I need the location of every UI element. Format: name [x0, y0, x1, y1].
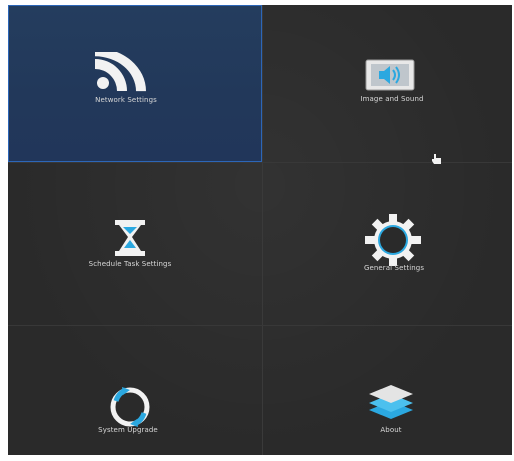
network-settings-tile[interactable]: Network Settings — [8, 5, 262, 162]
about-label: About — [380, 426, 402, 434]
about-tile[interactable]: About — [262, 325, 512, 455]
system-upgrade-label: System Upgrade — [98, 426, 158, 434]
settings-screen: Network Settings Image and Sound Schedul… — [8, 5, 512, 455]
speaker-icon — [365, 59, 415, 91]
network-settings-label: Network Settings — [95, 96, 157, 104]
image-and-sound-label: Image and Sound — [360, 95, 424, 103]
refresh-icon — [110, 387, 150, 427]
wifi-icon — [95, 52, 146, 92]
system-upgrade-tile[interactable]: System Upgrade — [8, 325, 262, 455]
hourglass-icon — [115, 220, 145, 256]
schedule-task-settings-label: Schedule Task Settings — [88, 260, 172, 268]
hand-pointer-icon — [432, 154, 441, 164]
schedule-task-settings-tile[interactable]: Schedule Task Settings — [8, 162, 262, 325]
image-and-sound-tile[interactable]: Image and Sound — [262, 5, 512, 162]
grid-divider-vertical — [262, 5, 263, 455]
general-settings-label: General Settings — [363, 264, 425, 272]
layers-icon — [369, 385, 413, 419]
gear-icon — [365, 214, 421, 266]
grid-divider-row-2 — [8, 325, 512, 326]
general-settings-tile[interactable]: General Settings — [262, 162, 512, 325]
